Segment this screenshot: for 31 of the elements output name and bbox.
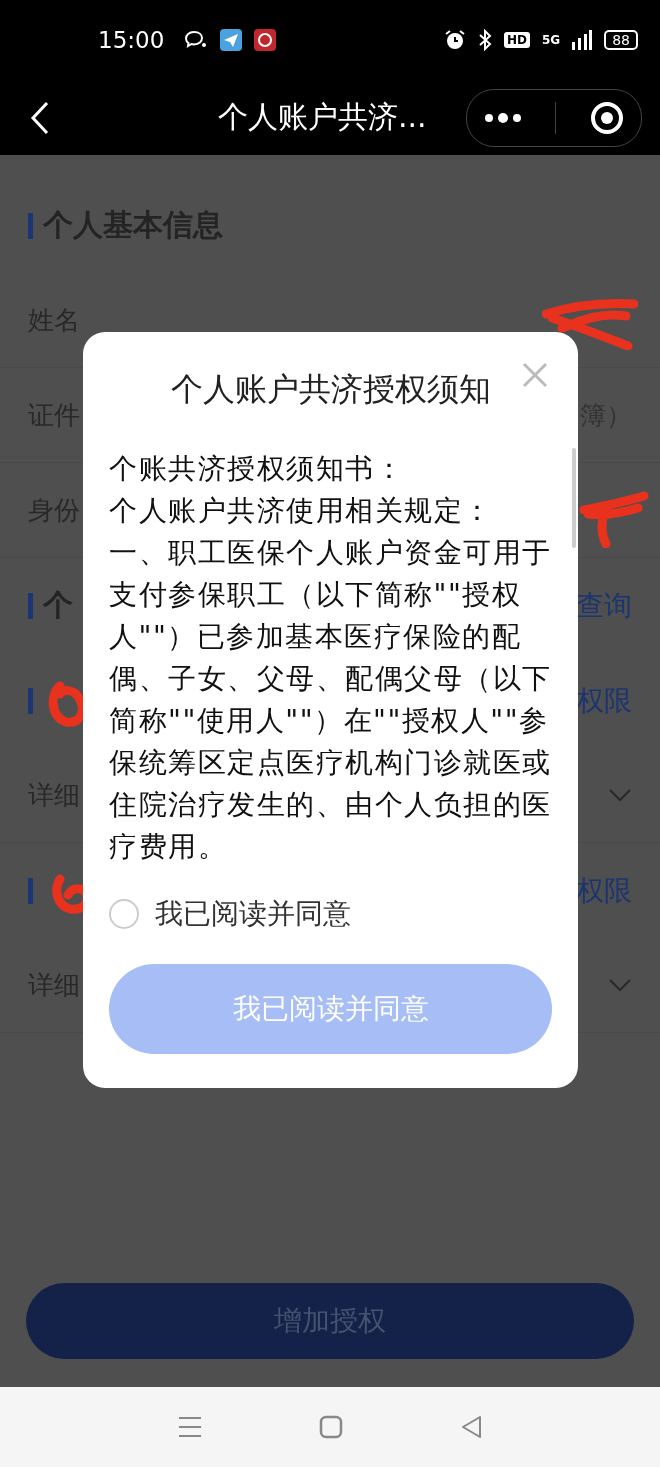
dialog-title: 个人账户共济授权须知 (170, 369, 491, 410)
ring-app-icon (254, 29, 277, 51)
section-marker (28, 212, 33, 239)
close-icon[interactable] (522, 362, 548, 388)
chevron-down-icon[interactable] (608, 978, 632, 992)
section-marker (28, 877, 33, 904)
scribble-mark (578, 490, 650, 548)
alarm-clock-icon (443, 29, 466, 51)
hd-badge: HD (503, 32, 530, 48)
more-icon[interactable] (483, 111, 522, 124)
battery-level: 88 (604, 30, 638, 50)
section-marker (28, 592, 33, 619)
agree-label[interactable]: 我已阅读并同意 (155, 895, 351, 933)
agree-radio[interactable] (109, 899, 139, 929)
bluetooth-icon (477, 29, 492, 51)
back-triangle-icon[interactable] (459, 1415, 482, 1439)
menu-icon[interactable] (178, 1416, 203, 1438)
back-icon[interactable] (30, 100, 50, 135)
page-title: 个人账户共济... (218, 98, 427, 136)
signal-bars-icon (572, 30, 593, 50)
section-marker (28, 687, 33, 714)
chevron-down-icon[interactable] (608, 788, 632, 802)
target-close-icon[interactable] (590, 100, 625, 135)
paper-plane-app-icon (220, 29, 243, 51)
notice-paragraph: 个账共济授权须知书： (109, 451, 405, 487)
network-type: 5G (541, 33, 561, 47)
home-square-icon[interactable] (319, 1415, 343, 1439)
notice-paragraph: 一、职工医保个人账户资金可用于支付参保职工（以下简称""授权人""）已参加基本医疗保险的配偶、子女、父母、配偶父母（以下简称""使用人""）在""授权人""参保统筹区定点医疗机构门诊就医或住院治疗发生的、由个人负担的医疗费用。 (109, 535, 553, 865)
clock-time: 15:00 (98, 27, 165, 53)
notice-paragraph: 个人账户共济使用相关规定： (109, 493, 494, 529)
chat-bubble-icon (184, 30, 209, 50)
